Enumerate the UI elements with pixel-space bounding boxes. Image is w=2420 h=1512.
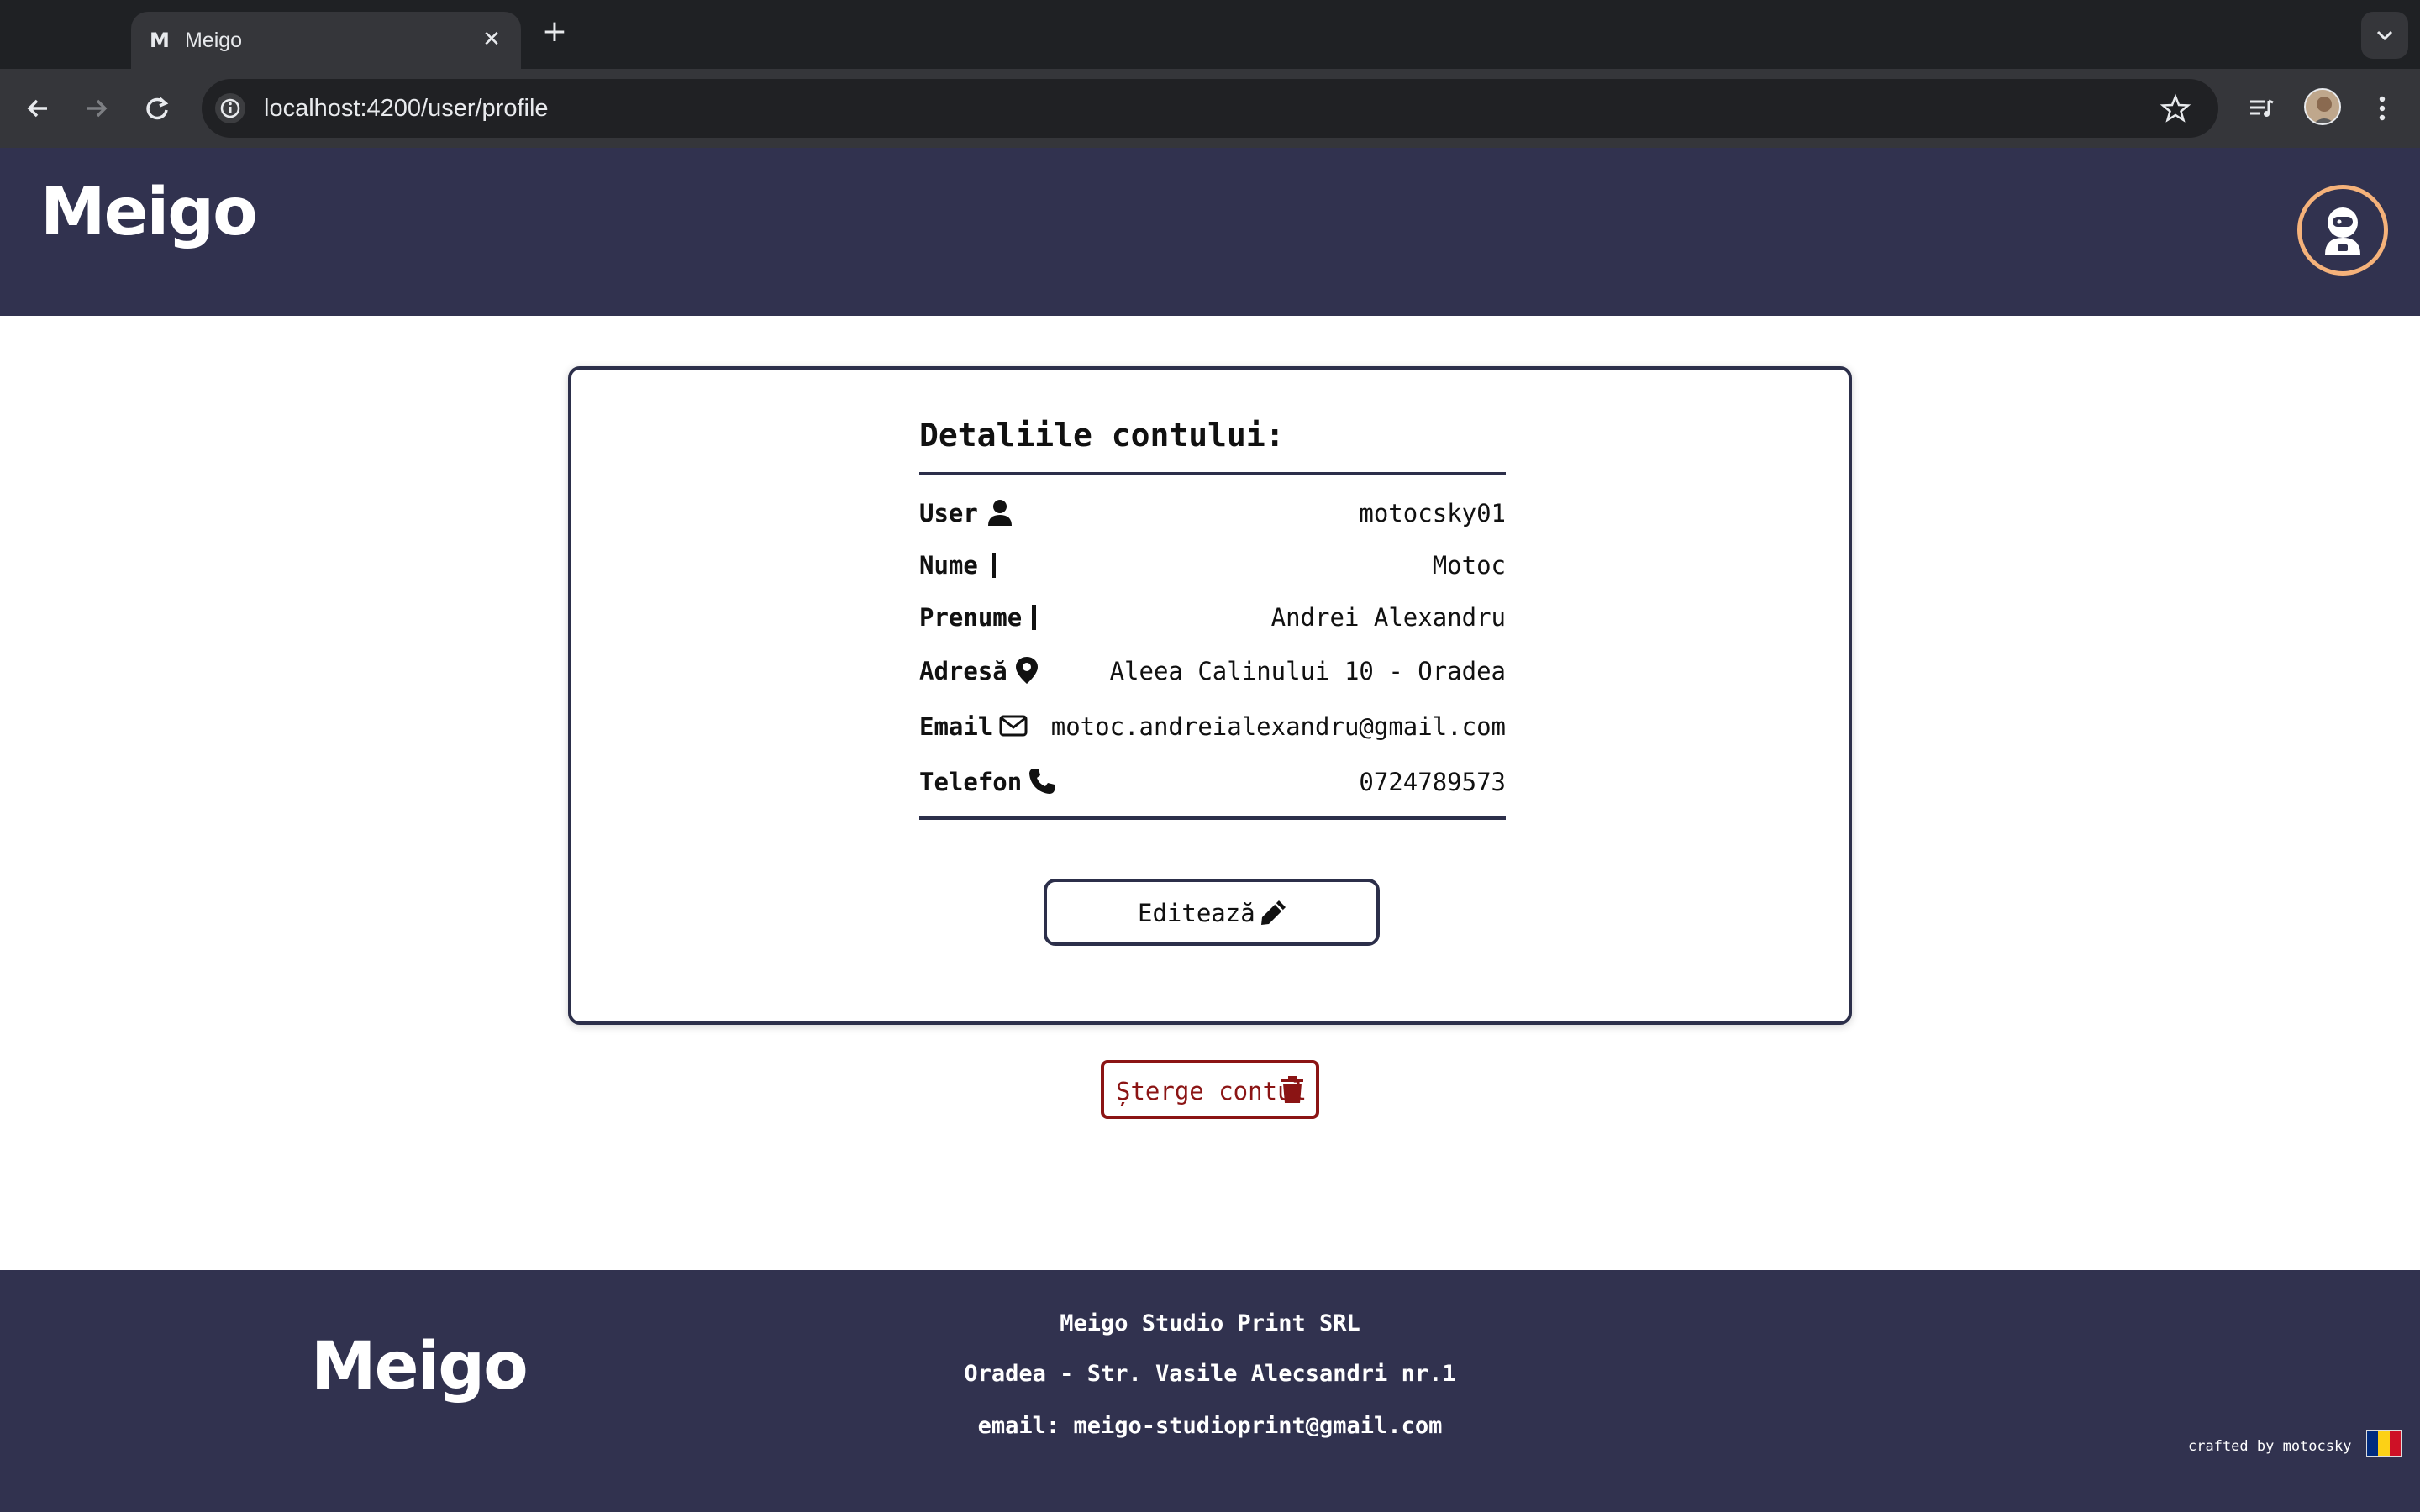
footer: Meigo Meigo Studio Print SRL Oradea - St…: [0, 1270, 2420, 1512]
tab-title: Meigo: [185, 29, 243, 52]
row-value: Motoc: [1432, 551, 1506, 580]
address-bar[interactable]: localhost:4200/user/profile: [202, 79, 2218, 138]
divider-bottom: [919, 816, 1506, 820]
separator-bar: [992, 553, 996, 578]
row-label: User: [919, 499, 978, 528]
browser-profile-avatar[interactable]: [2304, 88, 2341, 125]
pencil-icon: [1259, 897, 1289, 927]
footer-email: email: meigo-studioprint@gmail.com: [977, 1413, 1443, 1439]
astronaut-icon: [2325, 207, 2360, 255]
browser-tab[interactable]: M Meigo ✕: [131, 12, 521, 69]
row-value: 0724789573: [1359, 768, 1506, 796]
delete-account-button[interactable]: Șterge contul: [1101, 1060, 1319, 1119]
footer-address: Oradea - Str. Vasile Alecsandri nr.1: [964, 1361, 1456, 1387]
site-info-icon[interactable]: [215, 93, 245, 123]
row-nume: Nume Motoc: [919, 546, 1506, 588]
envelope-icon: [998, 711, 1028, 741]
header-logo[interactable]: Meigo: [40, 175, 258, 250]
row-label: Prenume: [919, 603, 1023, 632]
browser-toolbar: localhost:4200/user/profile: [0, 69, 2420, 148]
profile-card: Detaliile contului: User motocsky01 Nume…: [568, 366, 1852, 1025]
romania-flag-icon: [2366, 1430, 2402, 1457]
browser-tabstrip: M Meigo ✕ +: [0, 0, 2420, 69]
phone-icon: [1027, 766, 1057, 796]
row-label: Nume: [919, 551, 978, 580]
row-user: User motocsky01: [919, 494, 1506, 536]
row-label: Telefon: [919, 768, 1023, 796]
card-title: Detaliile contului:: [919, 417, 1285, 454]
divider-top: [919, 472, 1506, 475]
row-label: Email: [919, 712, 993, 741]
chevron-down-icon: [2376, 30, 2393, 41]
tab-favicon-icon: M: [150, 29, 170, 52]
map-pin-icon: [1012, 655, 1042, 685]
row-value: motoc.andreialexandru@gmail.com: [1050, 712, 1506, 741]
row-email: Email motoc.andreialexandru@gmail.com: [919, 707, 1506, 749]
reload-button[interactable]: [136, 87, 178, 129]
row-value: motocsky01: [1359, 499, 1506, 528]
edit-button[interactable]: Editează: [1044, 879, 1380, 946]
separator-bar: [1032, 605, 1036, 630]
media-controls-icon[interactable]: [2240, 87, 2282, 129]
back-button[interactable]: [17, 87, 59, 129]
new-tab-button[interactable]: +: [538, 15, 571, 49]
user-icon: [985, 497, 1015, 528]
reload-icon: [146, 97, 169, 120]
tab-search-button[interactable]: [2361, 12, 2408, 59]
footer-company: Meigo Studio Print SRL: [1060, 1310, 1360, 1336]
back-arrow-icon: [27, 99, 47, 118]
menu-kebab-icon[interactable]: [2361, 87, 2403, 129]
account-avatar-button[interactable]: [2297, 185, 2388, 276]
row-value: Andrei Alexandru: [1270, 603, 1506, 632]
crafted-by-text: crafted by motocsky: [2188, 1438, 2352, 1455]
delete-button-label: Șterge contul: [1116, 1077, 1307, 1105]
app-header: Meigo: [0, 148, 2420, 316]
trash-icon: [1279, 1075, 1306, 1104]
row-adresa: Adresă Aleea Calinului 10 - Oradea: [919, 652, 1506, 694]
tab-close-icon[interactable]: ✕: [477, 25, 506, 54]
edit-button-label: Editează: [1138, 899, 1255, 927]
row-prenume: Prenume Andrei Alexandru: [919, 598, 1506, 640]
url-text[interactable]: localhost:4200/user/profile: [264, 79, 549, 138]
bookmark-star-icon[interactable]: [2160, 92, 2191, 124]
forward-arrow-icon: [87, 99, 108, 118]
forward-button[interactable]: [76, 87, 118, 129]
row-value: Aleea Calinului 10 - Oradea: [1109, 657, 1506, 685]
row-telefon: Telefon 0724789573: [919, 763, 1506, 805]
row-label: Adresă: [919, 657, 1007, 685]
